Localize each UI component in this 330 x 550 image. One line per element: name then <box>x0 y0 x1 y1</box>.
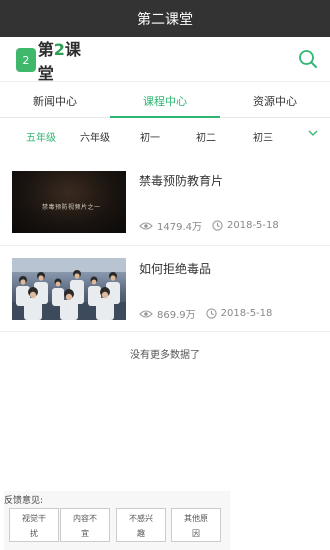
no-more-data: 没有更多数据了 <box>130 350 200 361</box>
eye-icon <box>139 221 153 230</box>
publish-date: 2018-5-18 <box>227 220 279 231</box>
feedback-panel: 反馈意见: 视觉干 扰 内容不 宜 不感兴 趣 其他原 因 <box>4 491 230 550</box>
grade-item-grade6[interactable]: 六年级 <box>80 129 110 144</box>
tab-resources[interactable]: 资源中心 <box>220 84 330 117</box>
view-count: 869.9万 <box>157 310 196 321</box>
feedback-option-visual[interactable]: 视觉干 扰 <box>9 508 59 542</box>
search-button[interactable] <box>296 47 320 71</box>
tab-news[interactable]: 新闻中心 <box>0 84 110 117</box>
grade-item-junior3[interactable]: 初三 <box>253 129 273 144</box>
feedback-option-other[interactable]: 其他原 因 <box>171 508 221 542</box>
feedback-option-content[interactable]: 内容不 宜 <box>60 508 110 542</box>
publish-date: 2018-5-18 <box>220 308 273 319</box>
video-thumbnail[interactable] <box>12 258 126 320</box>
search-icon <box>299 50 317 68</box>
logo-prefix: 第 <box>37 40 54 59</box>
view-count: 1479.4万 <box>157 222 202 233</box>
app-header: 2 第2课堂 <box>0 37 330 83</box>
classroom-image <box>12 258 126 320</box>
logo-badge-icon: 2 <box>16 48 36 72</box>
grade-item-junior2[interactable]: 初二 <box>196 129 216 144</box>
thumbnail-caption: 禁毒预防视频片之一 <box>42 204 101 211</box>
video-thumbnail[interactable]: 禁毒预防视频片之一 <box>12 171 126 233</box>
feedback-label: 反馈意见: <box>4 496 44 506</box>
logo-num: 2 <box>53 40 65 59</box>
list-item[interactable]: 如何拒绝毒品 869.9万 2018-5-18 <box>0 246 330 332</box>
grade-filter: 五年级 六年级 初一 初二 初三 <box>0 124 330 148</box>
app-title: 第二课堂 <box>137 11 193 28</box>
clock-icon <box>205 308 217 319</box>
app-title-bar: 第二课堂 <box>0 0 330 37</box>
grade-item-grade5[interactable]: 五年级 <box>26 129 56 144</box>
feedback-option-interest[interactable]: 不感兴 趣 <box>116 508 166 542</box>
logo: 2 第2课堂 <box>16 40 96 83</box>
eye-icon <box>139 309 153 318</box>
course-title[interactable]: 如何拒绝毒品 <box>139 260 211 277</box>
list-item[interactable]: 禁毒预防视频片之一 禁毒预防教育片 1479.4万 2018-5-18 <box>0 160 330 246</box>
main-tabs: 新闻中心 课程中心 资源中心 <box>0 84 330 118</box>
clock-icon <box>212 220 223 231</box>
tab-courses[interactable]: 课程中心 <box>110 84 220 118</box>
grade-item-junior1[interactable]: 初一 <box>140 129 160 144</box>
course-title[interactable]: 禁毒预防教育片 <box>139 172 223 189</box>
chevron-down-icon[interactable] <box>308 128 318 138</box>
